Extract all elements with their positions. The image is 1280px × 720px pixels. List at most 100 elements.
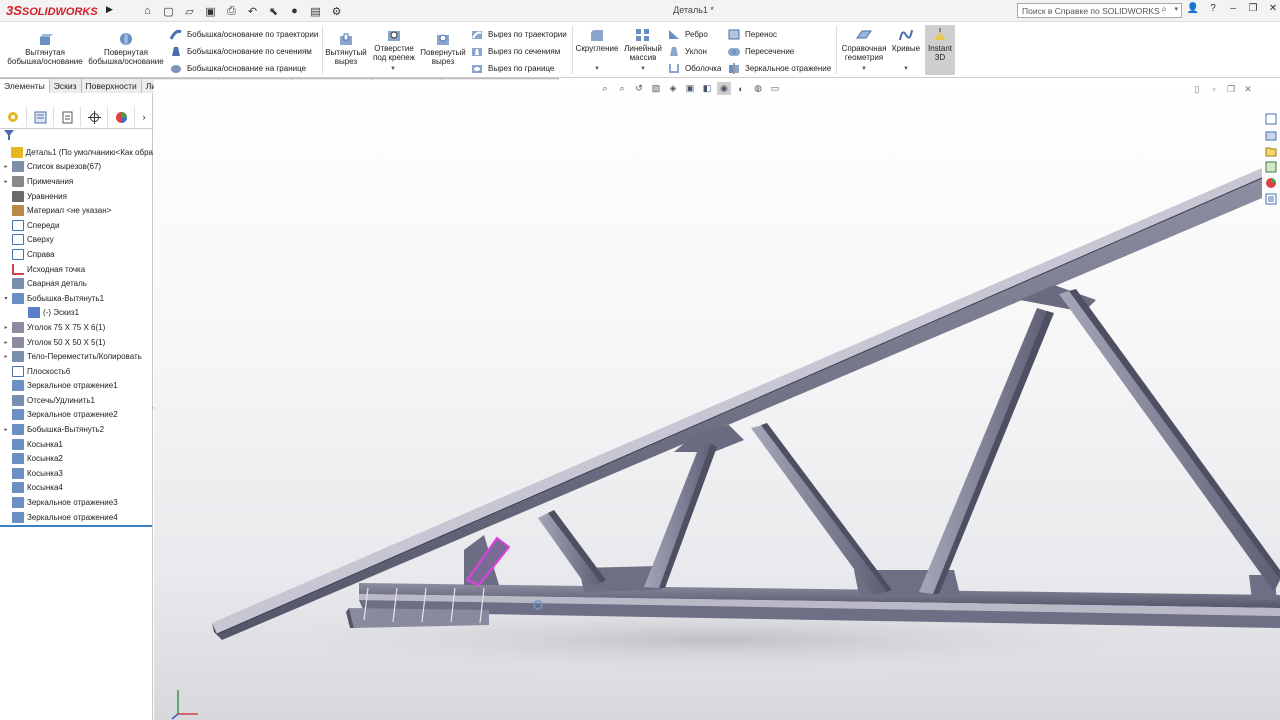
filter-icon[interactable] — [4, 130, 14, 143]
tab-2[interactable]: Поверхности — [81, 78, 142, 93]
tree-item[interactable]: Исходная точка — [0, 262, 153, 277]
minimize-button[interactable]: – — [1226, 3, 1240, 18]
dynamic-annotation-icon[interactable]: ◈ — [666, 82, 680, 95]
search-icon[interactable]: ⌕ — [1161, 4, 1167, 15]
display-manager-tab-icon[interactable] — [108, 107, 135, 127]
apply-scene-icon[interactable]: ◍ — [751, 82, 765, 95]
top-chord[interactable] — [212, 168, 1263, 640]
reference-geometry-button[interactable]: Справочная геометрия — [838, 28, 890, 62]
extrude-cut-button[interactable]: Вытянутый вырез — [324, 32, 368, 66]
chevron-down-icon[interactable]: ▼ — [861, 66, 867, 72]
revolve-boss-button[interactable]: Повернутая бобышка/основание — [86, 32, 166, 66]
chevron-down-icon[interactable]: ▼ — [903, 66, 909, 72]
tree-expand-icon[interactable]: ▾ — [0, 295, 12, 302]
mirror-button[interactable]: Зеркальное отражение — [728, 63, 831, 74]
tree-expand-icon[interactable]: ▸ — [0, 163, 12, 170]
swept-cut-button[interactable]: Вырез по траектории — [471, 29, 567, 40]
panel-more-icon[interactable]: › — [135, 107, 153, 127]
custom-properties-icon[interactable] — [1263, 192, 1278, 206]
tree-item[interactable]: Отсечь/Удлинить1 — [0, 393, 153, 408]
feature-manager-tab-icon[interactable] — [0, 107, 27, 127]
lofted-boss-button[interactable]: Бобышка/основание по сечениям — [170, 46, 312, 57]
tree-item[interactable]: Уравнения — [0, 189, 153, 204]
help-search-input[interactable]: Поиск в Справке по SOLIDWORKS ⌕ ▾ — [1017, 3, 1182, 18]
tree-item[interactable]: Зеркальное отражение3 — [0, 495, 153, 510]
viewport-maximize-button[interactable]: ❐ — [1226, 84, 1236, 94]
tree-item[interactable]: Зеркальное отражение4 — [0, 510, 153, 525]
tree-item[interactable]: ▸ Уголок 50 X 50 X 5(1) — [0, 335, 153, 350]
view-orientation-icon[interactable]: ▣ — [683, 82, 697, 95]
boundary-boss-button[interactable]: Бобышка/основание на границе — [170, 63, 306, 74]
draft-button[interactable]: Уклон — [668, 46, 707, 57]
tree-item[interactable]: Зеркальное отражение1 — [0, 379, 153, 394]
viewport-close-button[interactable]: ✕ — [1243, 84, 1253, 94]
help-icon[interactable]: ? — [1206, 3, 1220, 18]
tree-item[interactable]: ▸ Бобышка-Вытянуть2 — [0, 422, 153, 437]
rib-button[interactable]: Ребро — [668, 29, 708, 40]
fillet-button[interactable]: Скругление — [575, 28, 619, 53]
edit-appearance-icon[interactable]: ◐ — [734, 82, 748, 95]
tree-item[interactable]: Косынка4 — [0, 481, 153, 496]
design-library-icon[interactable] — [1263, 128, 1278, 142]
user-icon[interactable]: 👤 — [1186, 3, 1200, 18]
tree-item[interactable]: Зеркальное отражение2 — [0, 408, 153, 423]
tree-item[interactable]: Сварная деталь — [0, 276, 153, 291]
boundary-cut-button[interactable]: Вырез по границе — [471, 63, 554, 74]
restore-button[interactable]: ❐ — [1246, 3, 1260, 18]
tree-item[interactable]: Косынка2 — [0, 451, 153, 466]
file-explorer-icon[interactable] — [1263, 144, 1278, 158]
tree-expand-icon[interactable]: ▸ — [0, 353, 12, 360]
rollback-bar[interactable] — [0, 525, 152, 527]
revolve-cut-button[interactable]: Повернутый вырез — [419, 32, 467, 66]
extrude-boss-button[interactable]: Вытянутая бобышка/основание — [6, 32, 84, 66]
shell-button[interactable]: Оболочка — [668, 63, 721, 74]
property-manager-tab-icon[interactable] — [27, 107, 54, 127]
zoom-to-fit-icon[interactable]: ⌕ — [598, 82, 612, 95]
display-style-icon[interactable]: ◧ — [700, 82, 714, 95]
viewport-restore-button[interactable]: ▫ — [1209, 84, 1219, 94]
hide-show-icon[interactable]: ◉ — [717, 82, 731, 95]
curves-button[interactable]: Кривые — [890, 28, 922, 53]
tree-item[interactable]: ▸ Список вырезов(67) — [0, 160, 153, 175]
chevron-down-icon[interactable]: ▾ — [1174, 5, 1178, 13]
tree-expand-icon[interactable]: ▸ — [0, 324, 12, 331]
tree-expand-icon[interactable]: ▸ — [0, 426, 12, 433]
lofted-cut-button[interactable]: Вырез по сечениям — [471, 46, 560, 57]
configuration-manager-tab-icon[interactable] — [54, 107, 81, 127]
tree-item[interactable]: ▸ Примечания — [0, 174, 153, 189]
close-button[interactable]: ✕ — [1266, 3, 1280, 18]
section-view-icon[interactable]: ▧ — [649, 82, 663, 95]
instant3d-button[interactable]: Instant 3D — [925, 25, 955, 75]
tree-item[interactable]: Деталь1 (По умолчанию<Как обра — [0, 145, 153, 160]
chevron-down-icon[interactable]: ▼ — [390, 66, 396, 72]
view-palette-icon[interactable] — [1263, 160, 1278, 174]
tree-item[interactable]: Сверху — [0, 233, 153, 248]
tree-item[interactable]: Косынка3 — [0, 466, 153, 481]
tree-item[interactable]: Спереди — [0, 218, 153, 233]
swept-boss-button[interactable]: Бобышка/основание по траектории — [170, 29, 318, 40]
chevron-down-icon[interactable]: ▼ — [594, 66, 600, 72]
dimxpert-tab-icon[interactable] — [81, 107, 108, 127]
tab-1[interactable]: Эскиз — [49, 78, 82, 93]
resources-home-icon[interactable] — [1263, 112, 1278, 126]
tree-item[interactable]: ▸ Уголок 75 X 75 X 6(1) — [0, 320, 153, 335]
truss-model[interactable] — [154, 80, 1280, 720]
tree-item[interactable]: ▸ Тело-Переместить/Копировать — [0, 349, 153, 364]
tree-item[interactable]: ▾ Бобышка-Вытянуть1 — [0, 291, 153, 306]
linear-pattern-button[interactable]: Линейный массив — [621, 28, 665, 62]
tree-expand-icon[interactable]: ▸ — [0, 178, 12, 185]
wrap-button[interactable]: Перенос — [728, 29, 777, 40]
tree-item[interactable]: Материал <не указан> — [0, 203, 153, 218]
hole-wizard-button[interactable]: Отверстие под крепеж — [370, 28, 418, 62]
tab-0[interactable]: Элементы — [0, 78, 50, 93]
viewport-minimize-button[interactable]: ▯ — [1192, 84, 1202, 94]
tree-item[interactable]: Плоскость6 — [0, 364, 153, 379]
chevron-down-icon[interactable]: ▼ — [640, 66, 646, 72]
tree-item[interactable]: Справа — [0, 247, 153, 262]
zoom-to-area-icon[interactable]: ⌕ — [615, 82, 629, 95]
tree-item[interactable]: Косынка1 — [0, 437, 153, 452]
previous-view-icon[interactable]: ↺ — [632, 82, 646, 95]
view-settings-icon[interactable]: ▭ — [768, 82, 782, 95]
tree-expand-icon[interactable]: ▸ — [0, 339, 12, 346]
appearances-icon[interactable] — [1263, 176, 1278, 190]
